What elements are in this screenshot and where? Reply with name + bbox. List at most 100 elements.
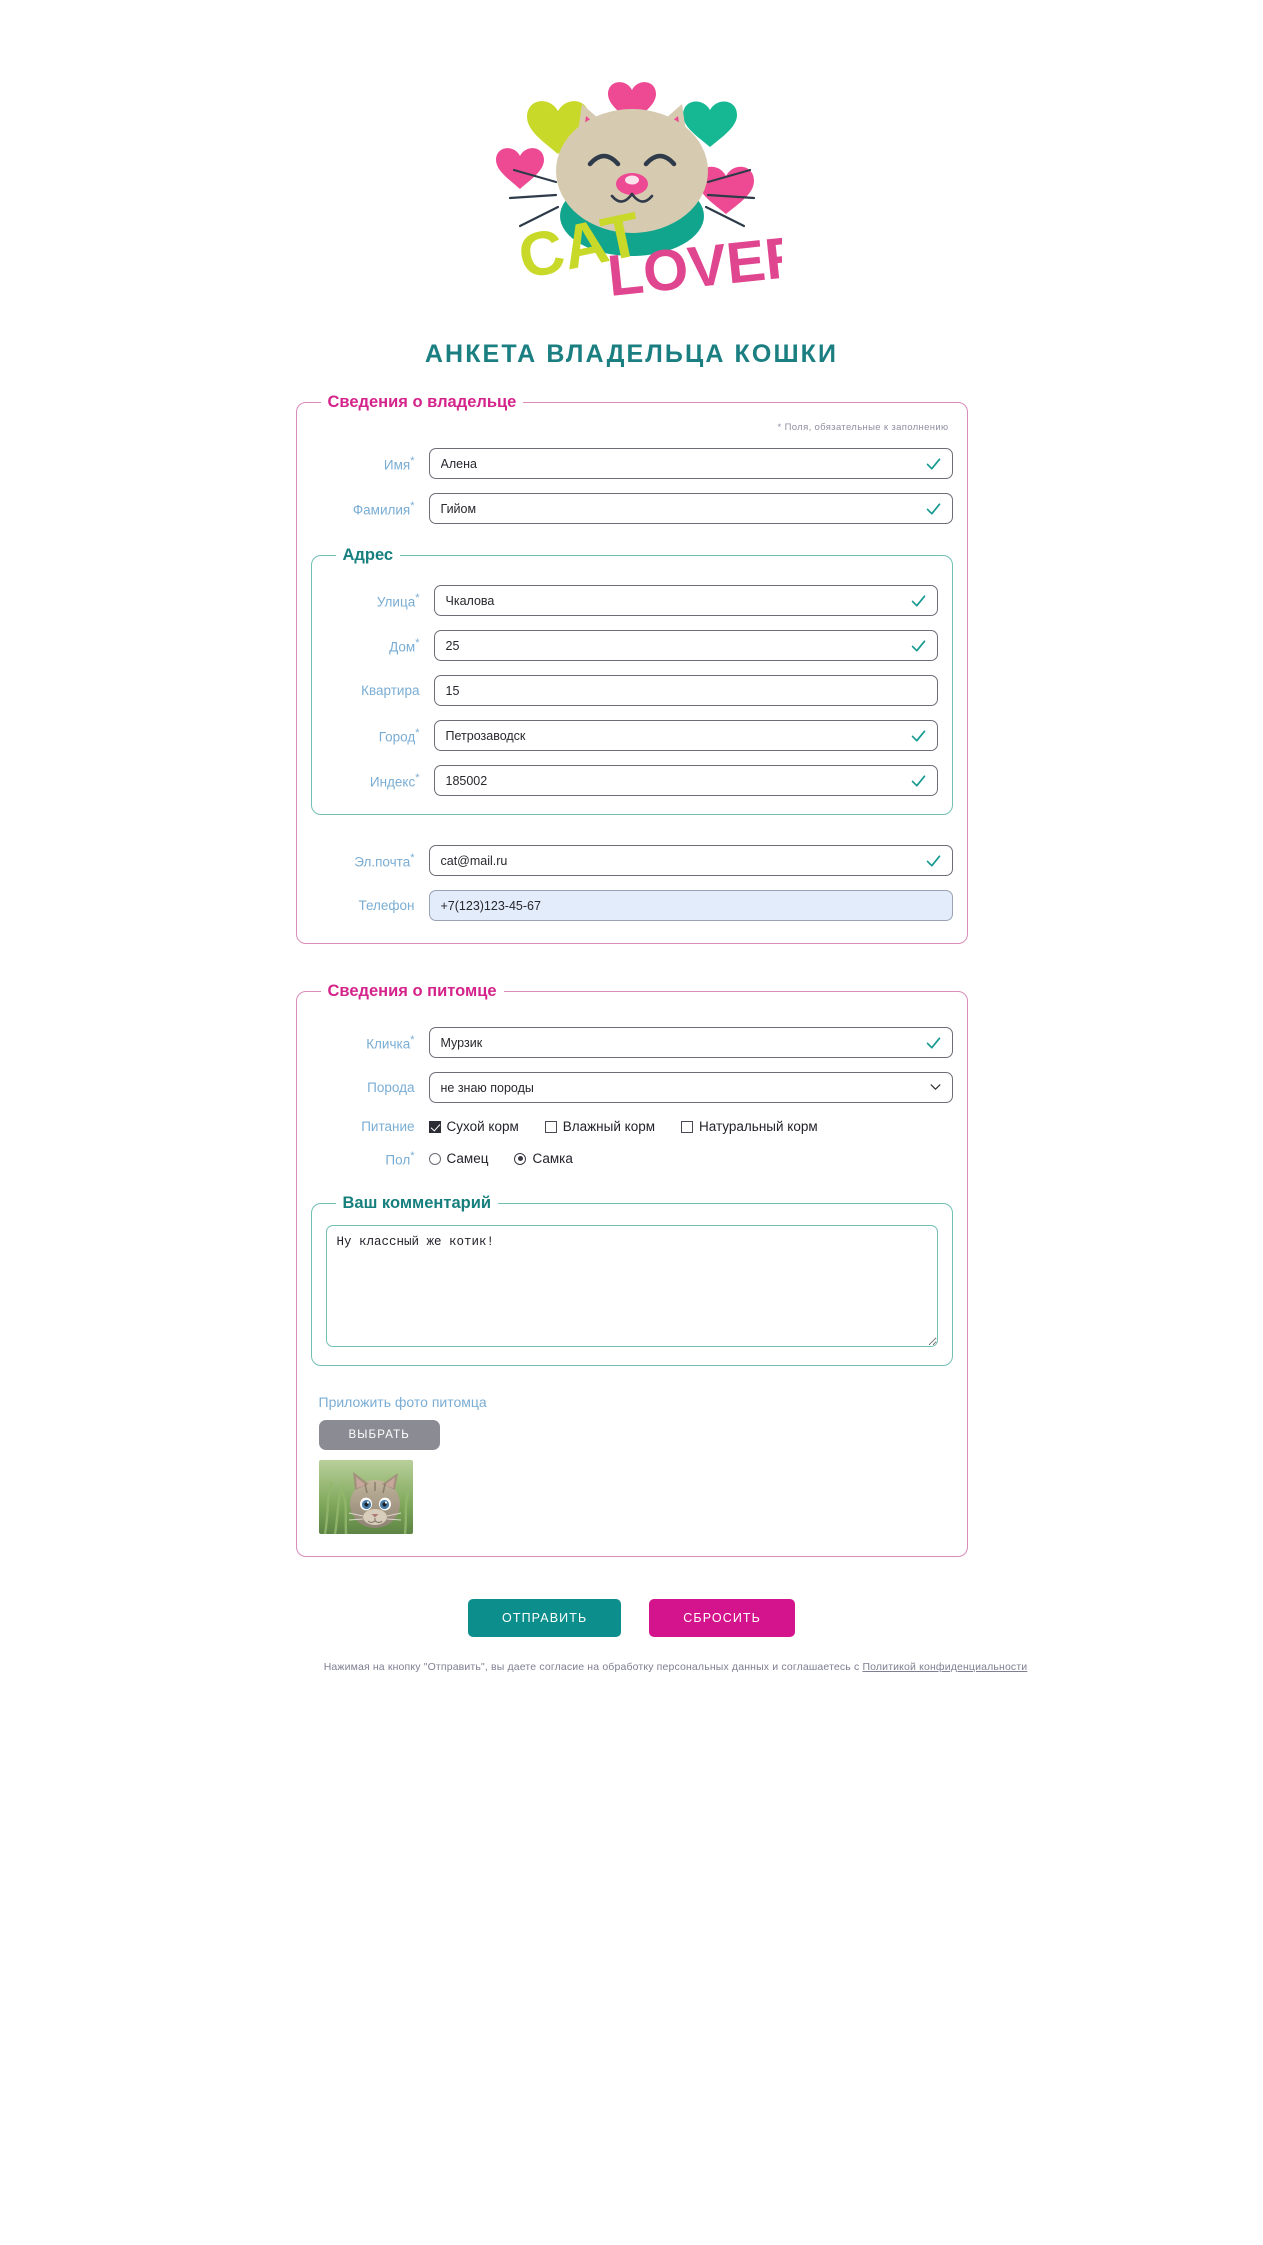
cat-owner-form: Сведения о владельце * Поля, обязательны… — [295, 393, 1027, 1675]
field-row-food: Питание Сухой корм Влажный корм Натураль… — [311, 1119, 953, 1134]
name-input[interactable] — [428, 448, 953, 479]
required-star: * — [410, 454, 415, 467]
label-apartment-text: Квартира — [361, 683, 420, 698]
privacy-policy-link[interactable]: Политикой конфиденциальности — [862, 1661, 1027, 1673]
input-wrap-street — [433, 585, 938, 616]
required-star: * — [415, 771, 420, 784]
field-row-sex: Пол* Самец Самка — [311, 1150, 953, 1168]
field-row-name: Имя* — [311, 448, 953, 479]
brand-logo: CAT LOVER — [0, 64, 1263, 314]
city-input[interactable] — [433, 720, 938, 751]
reset-button[interactable]: СБРОСИТЬ — [649, 1598, 795, 1637]
comment-section-legend: Ваш комментарий — [342, 1193, 492, 1212]
checkbox-wet-food-label: Влажный корм — [562, 1119, 655, 1134]
checkbox-dry-food-box[interactable] — [428, 1120, 441, 1133]
required-fields-note: * Поля, обязательные к заполнению — [777, 422, 949, 433]
input-wrap-name — [428, 448, 953, 479]
label-nickname: Кличка* — [311, 1034, 429, 1052]
email-input[interactable] — [428, 845, 953, 876]
owner-section: Сведения о владельце * Поля, обязательны… — [295, 393, 968, 944]
input-wrap-apartment — [433, 675, 938, 706]
input-wrap-city — [433, 720, 938, 751]
input-wrap-email — [428, 845, 953, 876]
field-row-nickname: Кличка* — [311, 1027, 953, 1058]
field-row-phone: Телефон — [311, 890, 953, 921]
house-input[interactable] — [433, 630, 938, 661]
checkbox-natural-food-label: Натуральный корм — [699, 1119, 818, 1134]
phone-input[interactable] — [428, 890, 953, 921]
pet-section-legend: Сведения о питомце — [327, 982, 497, 1000]
radio-female-label: Самка — [532, 1151, 573, 1167]
label-breed: Порода — [311, 1080, 429, 1095]
nickname-input[interactable] — [428, 1027, 953, 1058]
label-apartment: Квартира — [326, 683, 434, 698]
required-star: * — [410, 1150, 415, 1162]
page-title: АНКЕТА ВЛАДЕЛЬЦА КОШКИ — [424, 340, 839, 368]
food-checkbox-group: Сухой корм Влажный корм Натуральный корм — [428, 1119, 953, 1134]
checkbox-wet-food-box[interactable] — [544, 1120, 557, 1133]
label-city: Город* — [326, 727, 434, 745]
input-wrap-house — [433, 630, 938, 661]
label-street-text: Улица — [376, 594, 416, 610]
field-row-street: Улица* — [326, 585, 938, 616]
field-row-apartment: Квартира — [326, 675, 938, 706]
input-wrap-zip — [433, 765, 938, 796]
radio-female-dot[interactable] — [514, 1152, 527, 1165]
consent-text: Нажимая на кнопку "Отправить", вы даете … — [323, 1660, 863, 1673]
radio-male-label: Самец — [446, 1151, 489, 1167]
kitten-photo-icon — [318, 1459, 413, 1534]
radio-male-dot[interactable] — [428, 1152, 441, 1165]
label-city-text: Город — [378, 729, 416, 745]
field-row-city: Город* — [326, 720, 938, 751]
radio-male[interactable]: Самец — [428, 1151, 489, 1167]
label-surname-text: Фамилия — [352, 502, 411, 518]
apartment-input[interactable] — [433, 675, 938, 706]
comment-textarea[interactable]: Ну классный же котик! — [325, 1224, 938, 1347]
required-star: * — [415, 636, 420, 649]
label-street: Улица* — [326, 592, 434, 610]
breed-select[interactable]: не знаю породы — [428, 1072, 953, 1103]
required-star: * — [415, 726, 420, 739]
zip-input[interactable] — [433, 765, 938, 796]
checkbox-dry-food-label: Сухой корм — [446, 1119, 519, 1134]
field-row-email: Эл.почта* — [311, 845, 953, 876]
consent-footnote: Нажимая на кнопку "Отправить", вы даете … — [296, 1659, 1056, 1676]
address-section: Адрес Улица* Дом* — [310, 546, 953, 815]
required-star: * — [410, 499, 415, 512]
field-row-surname: Фамилия* — [311, 493, 953, 524]
input-wrap-nickname — [428, 1027, 953, 1058]
label-sex: Пол* — [311, 1150, 429, 1168]
label-breed-text: Порода — [367, 1080, 415, 1095]
required-star: * — [410, 1033, 415, 1046]
owner-section-legend: Сведения о владельце — [327, 393, 517, 411]
submit-button[interactable]: ОТПРАВИТЬ — [468, 1598, 622, 1637]
label-food: Питание — [311, 1119, 429, 1134]
label-zip: Индекс* — [326, 772, 434, 790]
label-surname: Фамилия* — [311, 500, 429, 518]
sex-radio-group: Самец Самка — [428, 1151, 953, 1167]
label-food-text: Питание — [361, 1119, 415, 1134]
cat-lover-logo-icon: CAT LOVER — [495, 82, 782, 309]
radio-female[interactable]: Самка — [514, 1151, 573, 1167]
choose-file-button[interactable]: ВЫБРАТЬ — [318, 1419, 440, 1450]
field-row-zip: Индекс* — [326, 765, 938, 796]
label-name-text: Имя — [383, 457, 411, 473]
pet-photo-thumbnail — [318, 1459, 413, 1534]
input-wrap-surname — [428, 493, 953, 524]
upload-photo-label: Приложить фото питомца — [318, 1393, 487, 1410]
label-phone-text: Телефон — [358, 898, 415, 913]
checkbox-wet-food[interactable]: Влажный корм — [544, 1119, 655, 1134]
surname-input[interactable] — [428, 493, 953, 524]
checkbox-dry-food[interactable]: Сухой корм — [428, 1119, 519, 1134]
label-email: Эл.почта* — [311, 852, 429, 870]
checkbox-natural-food[interactable]: Натуральный корм — [681, 1119, 818, 1134]
form-actions: ОТПРАВИТЬ СБРОСИТЬ — [296, 1598, 968, 1637]
form-page: CAT LOVER АНКЕТА ВЛАДЕЛЬЦА КОШКИ Сведени… — [0, 0, 1263, 1675]
street-input[interactable] — [433, 585, 938, 616]
label-house: Дом* — [326, 637, 434, 655]
label-sex-text: Пол — [385, 1152, 411, 1168]
label-email-text: Эл.почта — [354, 854, 411, 870]
checkbox-natural-food-box[interactable] — [681, 1120, 693, 1133]
label-zip-text: Индекс — [369, 774, 416, 790]
required-star: * — [415, 591, 420, 604]
